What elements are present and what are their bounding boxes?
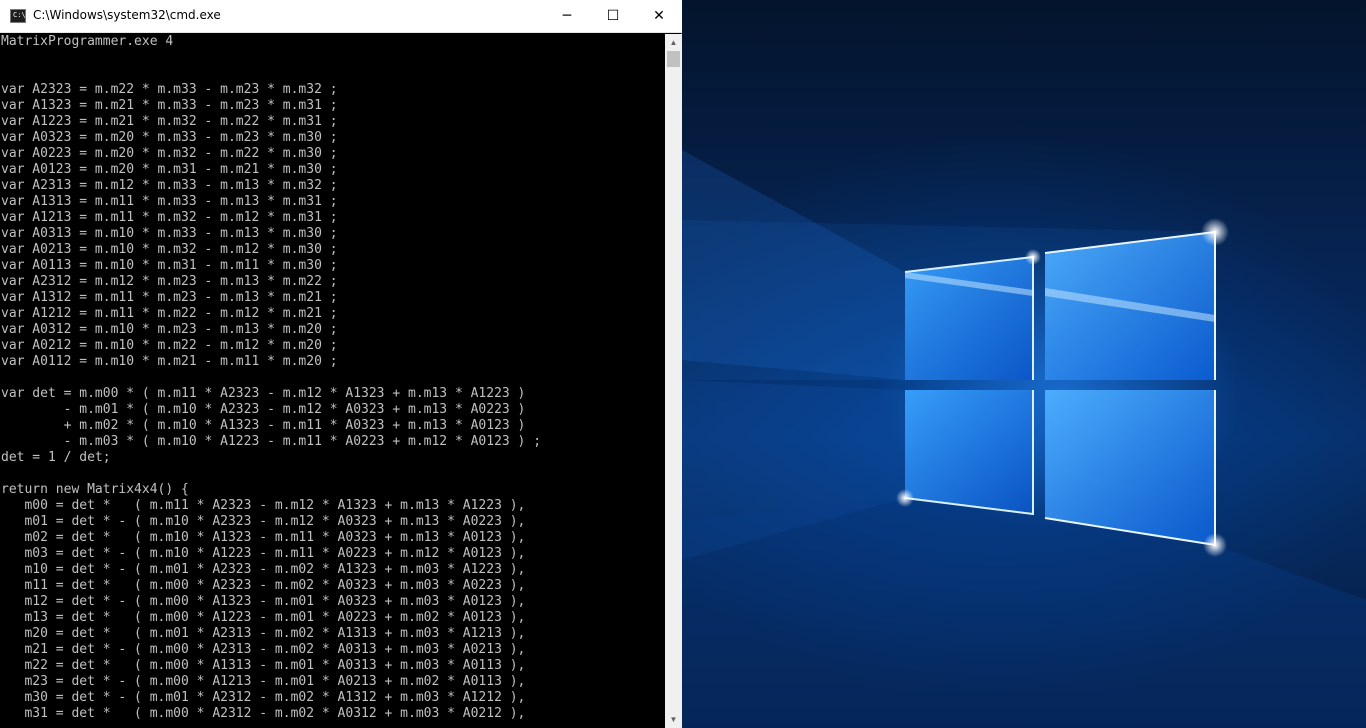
console-line: var A0123 = m.m20 * m.m31 - m.m21 * m.m3… [1, 162, 338, 177]
console-line: - m.m03 * ( m.m10 * A1223 - m.m11 * A022… [1, 434, 542, 449]
console-line: det = 1 / det; [1, 450, 111, 465]
console-line: m01 = det * - ( m.m10 * A2323 - m.m12 * … [1, 514, 526, 529]
console-line: var A1213 = m.m11 * m.m32 - m.m12 * m.m3… [1, 210, 338, 225]
console-line: var A0212 = m.m10 * m.m22 - m.m12 * m.m2… [1, 338, 338, 353]
console-line: m20 = det * ( m.m01 * A2313 - m.m02 * A1… [1, 626, 526, 641]
console-line: var A0223 = m.m20 * m.m32 - m.m22 * m.m3… [1, 146, 338, 161]
maximize-button[interactable]: ☐ [590, 0, 636, 32]
console-line: var A0313 = m.m10 * m.m33 - m.m13 * m.m3… [1, 226, 338, 241]
console-line: var A0113 = m.m10 * m.m31 - m.m11 * m.m3… [1, 258, 338, 273]
console-line: m31 = det * ( m.m00 * A2312 - m.m02 * A0… [1, 706, 526, 721]
console-line: m00 = det * ( m.m11 * A2323 - m.m12 * A1… [1, 498, 526, 513]
console-line: var A0323 = m.m20 * m.m33 - m.m23 * m.m3… [1, 130, 338, 145]
console-line: return new Matrix4x4() { [1, 482, 189, 497]
console-line: var A1323 = m.m21 * m.m33 - m.m23 * m.m3… [1, 98, 338, 113]
console-line: m13 = det * ( m.m00 * A1223 - m.m01 * A0… [1, 610, 526, 625]
console-line: var det = m.m00 * ( m.m11 * A2323 - m.m1… [1, 386, 526, 401]
console-line: m10 = det * - ( m.m01 * A2323 - m.m02 * … [1, 562, 526, 577]
minimize-button[interactable]: ─ [544, 0, 590, 32]
scroll-up-icon[interactable]: ▲ [665, 34, 682, 51]
console-line: m23 = det * - ( m.m00 * A1213 - m.m01 * … [1, 674, 526, 689]
window-title: C:\Windows\system32\cmd.exe [33, 8, 221, 22]
console-line: var A2312 = m.m12 * m.m23 - m.m13 * m.m2… [1, 274, 338, 289]
console-line: var A2323 = m.m22 * m.m33 - m.m23 * m.m3… [1, 82, 338, 97]
title-bar[interactable]: C:\ C:\Windows\system32\cmd.exe ─ ☐ ✕ [0, 0, 682, 33]
console-line: var A2313 = m.m12 * m.m33 - m.m13 * m.m3… [1, 178, 338, 193]
console-line: - m.m01 * ( m.m10 * A2323 - m.m12 * A032… [1, 402, 526, 417]
console-line: m12 = det * - ( m.m00 * A1323 - m.m01 * … [1, 594, 526, 609]
cmd-window[interactable]: C:\ C:\Windows\system32\cmd.exe ─ ☐ ✕ Ma… [0, 0, 682, 728]
cmd-icon-glyph: C:\ [13, 11, 26, 19]
console-output[interactable]: MatrixProgrammer.exe 4 var A2323 = m.m22… [0, 34, 665, 728]
console-line: var A1313 = m.m11 * m.m33 - m.m13 * m.m3… [1, 194, 338, 209]
console-line: var A0112 = m.m10 * m.m21 - m.m11 * m.m2… [1, 354, 338, 369]
console-line: m22 = det * ( m.m00 * A1313 - m.m01 * A0… [1, 658, 526, 673]
console-line: m11 = det * ( m.m00 * A2323 - m.m02 * A0… [1, 578, 526, 593]
console-line: var A1212 = m.m11 * m.m22 - m.m12 * m.m2… [1, 306, 338, 321]
console-line: + m.m02 * ( m.m10 * A1323 - m.m11 * A032… [1, 418, 526, 433]
vertical-scrollbar[interactable]: ▲ ▼ [665, 34, 682, 728]
console-line: var A1312 = m.m11 * m.m23 - m.m13 * m.m2… [1, 290, 338, 305]
console-line: var A0213 = m.m10 * m.m32 - m.m12 * m.m3… [1, 242, 338, 257]
console-line: m21 = det * - ( m.m00 * A2313 - m.m02 * … [1, 642, 526, 657]
console-line: MatrixProgrammer.exe 4 [1, 34, 174, 49]
console-line: var A0312 = m.m10 * m.m23 - m.m13 * m.m2… [1, 322, 338, 337]
console-text: MatrixProgrammer.exe 4 var A2323 = m.m22… [0, 34, 665, 722]
cmd-app-icon[interactable]: C:\ [10, 9, 26, 23]
scroll-down-icon[interactable]: ▼ [665, 711, 682, 728]
console-line: m02 = det * ( m.m10 * A1323 - m.m11 * A0… [1, 530, 526, 545]
console-line: m03 = det * - ( m.m10 * A1223 - m.m11 * … [1, 546, 526, 561]
close-button[interactable]: ✕ [636, 0, 682, 32]
console-line: m30 = det * - ( m.m01 * A2312 - m.m02 * … [1, 690, 526, 705]
scrollbar-thumb[interactable] [667, 51, 680, 67]
console-line: var A1223 = m.m21 * m.m32 - m.m22 * m.m3… [1, 114, 338, 129]
